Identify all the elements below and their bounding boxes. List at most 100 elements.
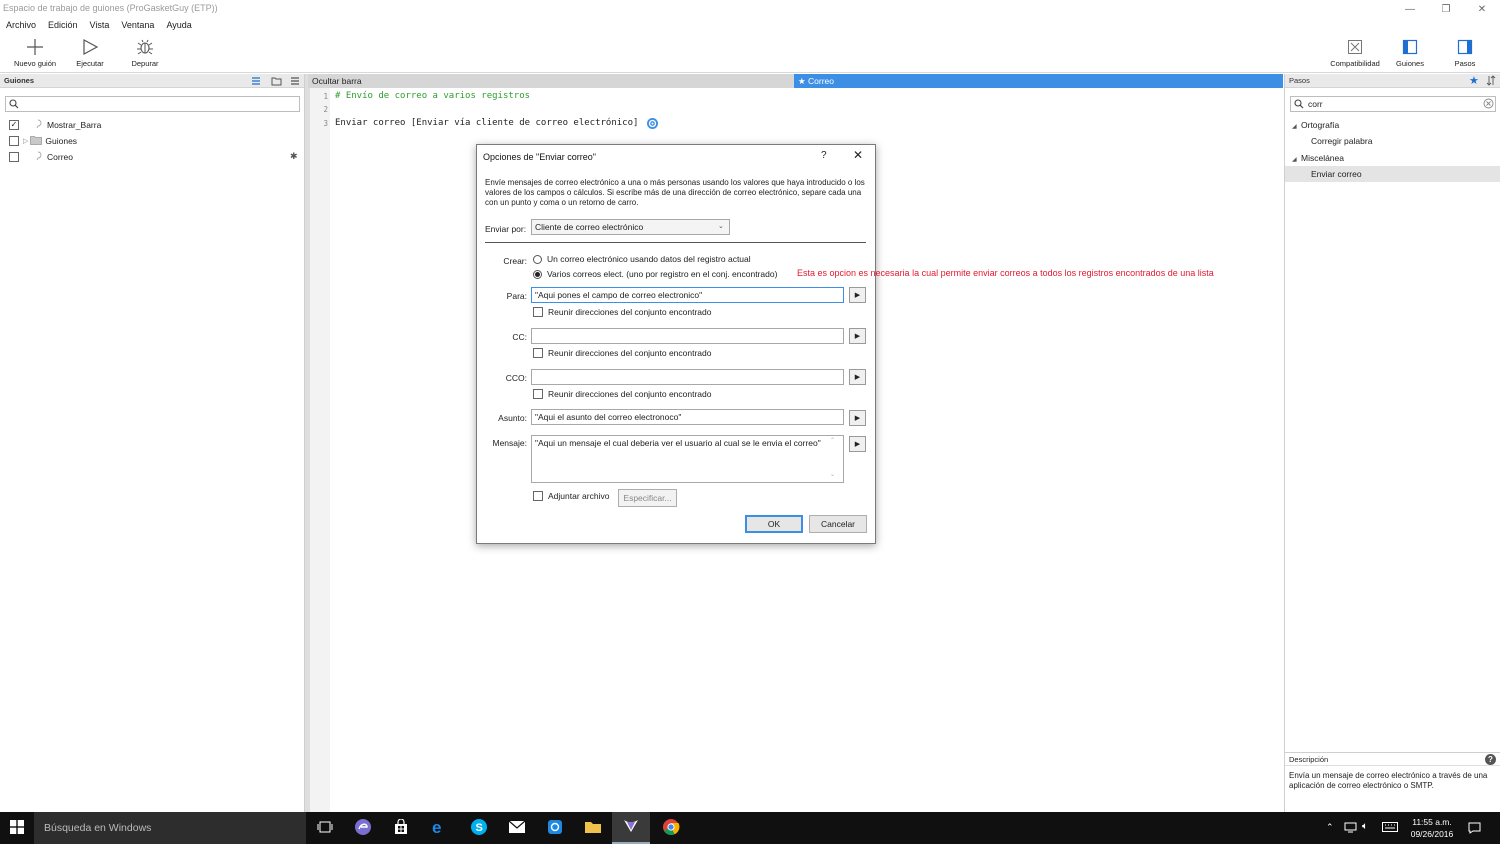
notifications-icon[interactable] [1468, 822, 1481, 836]
menu-lines-icon[interactable] [290, 76, 300, 91]
ok-button[interactable]: OK [745, 515, 803, 533]
tray-clock[interactable]: 11:55 a.m. 09/26/2016 [1400, 816, 1464, 840]
close-window-button[interactable]: ✕ [1464, 0, 1500, 18]
code-line-comment[interactable]: # Envío de correo a varios registros [335, 91, 530, 101]
store-button[interactable] [382, 812, 420, 844]
menu-vista[interactable]: Vista [84, 18, 116, 32]
radio-button-selected[interactable] [533, 269, 542, 279]
new-script-button[interactable]: Nuevo guión [7, 37, 63, 68]
chrome-icon [662, 818, 680, 838]
scripts-search-input[interactable] [5, 96, 300, 112]
expand-arrow-icon[interactable]: ▷ [23, 137, 28, 145]
svg-text:e: e [432, 818, 441, 836]
skype-button[interactable]: S [460, 812, 498, 844]
bug-icon [136, 37, 154, 57]
scroll-up-icon[interactable]: ⌃ [830, 436, 835, 447]
dialog-help-button[interactable]: ? [821, 150, 827, 161]
volume-icon[interactable]: 🔈︎ [1362, 821, 1368, 832]
app-icon-taskbar-1[interactable] [344, 812, 382, 844]
steps-panel-title: Pasos [1289, 76, 1310, 85]
checkbox[interactable] [533, 389, 543, 399]
step-category-ortografia[interactable]: ◢ Ortografía [1285, 117, 1500, 133]
menu-ventana[interactable]: Ventana [115, 18, 160, 32]
minimize-button[interactable]: — [1392, 0, 1428, 18]
checkbox[interactable] [533, 491, 543, 501]
code-line-send-mail[interactable]: Enviar correo [Enviar vía cliente de cor… [335, 118, 638, 128]
app-generic-icon [546, 818, 564, 838]
sort-icon[interactable] [1486, 75, 1496, 91]
clear-search-icon[interactable] [1483, 98, 1494, 111]
minimize-icon: — [1405, 3, 1415, 15]
app-icon-taskbar-2[interactable] [536, 812, 574, 844]
step-item-corregir-palabra[interactable]: Corregir palabra [1285, 133, 1500, 149]
message-specify-button[interactable]: ▶ [849, 436, 866, 452]
filemaker-button[interactable] [612, 812, 650, 844]
list-view-icon[interactable] [251, 76, 261, 91]
steps-search-input[interactable]: corr [1290, 96, 1496, 112]
to-specify-button[interactable]: ▶ [849, 287, 866, 303]
scripts-panel-title: Guiones [4, 76, 35, 85]
step-item-enviar-correo[interactable]: Enviar correo [1285, 166, 1500, 182]
bcc-field[interactable] [531, 369, 844, 385]
send-via-select[interactable]: Cliente de correo electrónico ⌄ [531, 219, 730, 235]
menu-ayuda[interactable]: Ayuda [160, 18, 197, 32]
checkbox[interactable] [533, 307, 543, 317]
compatibility-button[interactable]: Compatibilidad [1327, 37, 1383, 68]
step-category-miscelanea[interactable]: ◢ Miscelánea [1285, 150, 1500, 166]
favorite-star-icon[interactable]: ★ [1469, 75, 1479, 87]
new-folder-icon[interactable] [271, 76, 282, 91]
collapse-arrow-icon[interactable]: ◢ [1292, 124, 1297, 130]
help-icon[interactable]: ? [1485, 754, 1496, 765]
to-collect-addresses[interactable]: Reunir direcciones del conjunto encontra… [533, 307, 712, 317]
scripts-pane-button[interactable]: Guiones [1382, 37, 1438, 68]
script-folder-guiones[interactable]: ▷ Guiones [0, 133, 305, 149]
bcc-specify-button[interactable]: ▶ [849, 369, 866, 385]
subject-specify-button[interactable]: ▶ [849, 410, 866, 426]
file-explorer-button[interactable] [574, 812, 612, 844]
hide-bar-button[interactable]: Ocultar barra [312, 75, 362, 87]
checkbox[interactable] [9, 152, 19, 162]
specify-file-button[interactable]: Especificar... [618, 489, 677, 507]
task-view-button[interactable] [306, 812, 344, 844]
steps-pane-button[interactable]: Pasos [1437, 37, 1493, 68]
menu-archivo[interactable]: Archivo [0, 18, 42, 32]
tray-chevron-icon[interactable]: ⌃ [1326, 822, 1334, 833]
windows-search-box[interactable]: Búsqueda en Windows [34, 812, 306, 844]
scroll-down-icon[interactable]: ⌄ [830, 470, 835, 481]
tab-correo[interactable]: ★ Correo [794, 74, 1283, 88]
option-single-email[interactable]: Un correo electrónico usando datos del r… [533, 254, 751, 264]
collapse-arrow-icon[interactable]: ◢ [1292, 157, 1297, 163]
checkbox[interactable] [9, 136, 19, 146]
edge-button[interactable]: e [420, 812, 458, 844]
mail-button[interactable] [498, 812, 536, 844]
start-button[interactable] [0, 812, 34, 844]
menu-edicion[interactable]: Edición [42, 18, 84, 32]
cc-collect-addresses[interactable]: Reunir direcciones del conjunto encontra… [533, 348, 712, 358]
cc-specify-button[interactable]: ▶ [849, 328, 866, 344]
debug-button[interactable]: Depurar [117, 37, 173, 68]
svg-text:S: S [476, 822, 483, 834]
cancel-button[interactable]: Cancelar [809, 515, 867, 533]
subject-field[interactable]: "Aqui el asunto del correo electronoco" [531, 409, 844, 425]
radio-button[interactable] [533, 254, 542, 264]
run-button[interactable]: Ejecutar [62, 37, 118, 68]
gear-icon[interactable] [646, 117, 659, 132]
cc-field[interactable] [531, 328, 844, 344]
script-item-correo[interactable]: Correo ✱ [0, 149, 305, 165]
checkbox-checked[interactable]: ✓ [9, 120, 19, 130]
bcc-collect-addresses[interactable]: Reunir direcciones del conjunto encontra… [533, 389, 712, 399]
keyboard-icon[interactable] [1382, 822, 1398, 834]
search-icon [1294, 99, 1304, 111]
annotation-note: Esta es opcion es necesaria la cual perm… [797, 268, 1214, 278]
dialog-close-button[interactable]: ✕ [853, 148, 863, 162]
restore-button[interactable]: ❐ [1428, 0, 1464, 18]
chrome-button[interactable] [652, 812, 690, 844]
message-field[interactable]: "Aqui un mensaje el cual deberia ver el … [531, 435, 844, 483]
checkbox[interactable] [533, 348, 543, 358]
network-icon[interactable] [1344, 822, 1357, 835]
modified-star-icon: ✱ [290, 151, 298, 161]
attach-file-option[interactable]: Adjuntar archivo [533, 491, 609, 501]
to-field[interactable]: "Aqui pones el campo de correo electroni… [531, 287, 844, 303]
script-item-mostrar-barra[interactable]: ✓ Mostrar_Barra [0, 117, 305, 133]
option-multiple-emails[interactable]: Varios correos elect. (uno por registro … [533, 269, 777, 279]
